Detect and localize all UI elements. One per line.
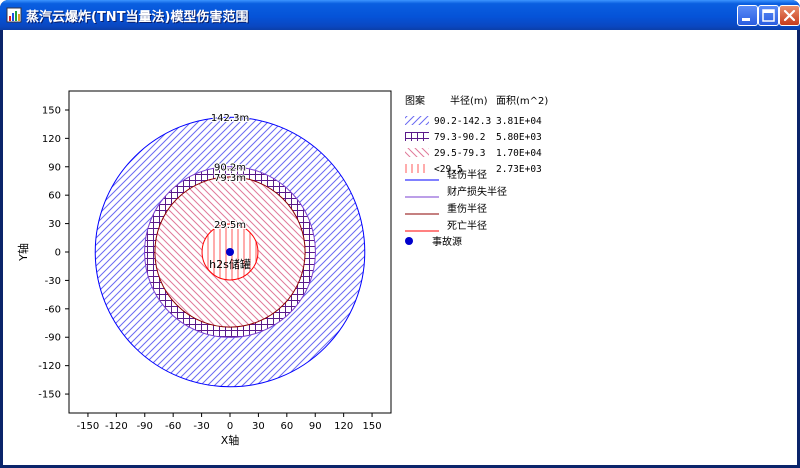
source-label: h2s储罐 — [209, 257, 251, 271]
maximize-icon — [762, 9, 775, 22]
y-tick-label-10: -150 — [38, 390, 61, 401]
x-tick-label-6: 30 — [252, 421, 265, 432]
x-tick-label-2: -90 — [137, 421, 153, 432]
legend-line-label-2: 重伤半径 — [447, 202, 487, 215]
y-tick-label-7: -60 — [45, 304, 61, 315]
legend-header-0: 图案 — [405, 94, 425, 107]
legend-area-2: 1.70E+04 — [496, 148, 542, 159]
legend-header-2: 面积(m^2) — [496, 95, 548, 107]
legend-area-0: 3.81E+04 — [496, 116, 542, 127]
radius-label-3: 29.5m — [214, 220, 246, 231]
legend-range-2: 29.5-79.3 — [434, 148, 485, 159]
title-bar[interactable]: 蒸汽云爆炸(TNT当量法)模型伤害范围 — [0, 0, 800, 30]
y-axis-label: Y轴 — [16, 243, 30, 262]
x-tick-label-5: 0 — [227, 421, 233, 432]
app-window: 蒸汽云爆炸(TNT当量法)模型伤害范围 142.3m 90.2m 79.3m 29.5… — [0, 0, 800, 468]
y-tick-label-8: -90 — [45, 333, 61, 344]
legend-source-dot — [405, 237, 413, 245]
x-tick-label-0: -150 — [77, 421, 100, 432]
legend-swatch-1 — [405, 132, 429, 141]
x-axis-label: X轴 — [221, 433, 240, 447]
x-tick-label-7: 60 — [280, 421, 293, 432]
legend-swatch-0 — [405, 116, 429, 125]
window-title: 蒸汽云爆炸(TNT当量法)模型伤害范围 — [26, 10, 249, 25]
legend-range-1: 79.3-90.2 — [434, 132, 485, 143]
legend-range-0: 90.2-142.3 — [434, 116, 491, 127]
radius-label-2: 79.3m — [214, 173, 246, 184]
legend-line-label-3: 死亡半径 — [447, 219, 487, 232]
legend-source-label: 事故源 — [432, 235, 462, 248]
y-tick-label-0: 150 — [42, 105, 61, 116]
y-tick-label-9: -120 — [38, 361, 61, 372]
accident-source-point — [226, 248, 234, 256]
plot-area: 142.3m90.2m79.3m29.5mh2s储罐 — [94, 112, 366, 388]
hazard-chart: 142.3m90.2m79.3m29.5mh2s储罐 -150 -120 -90 -6… — [16, 90, 548, 447]
legend-line-label-0: 轻伤半径 — [447, 168, 487, 181]
x-tick-label-8: 90 — [309, 421, 322, 432]
legend-line-label-1: 财产损失半径 — [447, 185, 507, 198]
legend-header-1: 半径(m) — [450, 94, 488, 107]
y-tick-label-3: 60 — [48, 191, 61, 202]
y-tick-label-6: -30 — [45, 276, 61, 287]
close-button[interactable] — [779, 5, 800, 26]
y-tick-label-1: 120 — [42, 134, 61, 145]
chart-app-icon — [6, 7, 22, 23]
legend-swatch-2 — [405, 148, 429, 157]
x-tick-label-4: -30 — [193, 421, 209, 432]
maximize-button[interactable] — [758, 5, 779, 26]
y-tick-label-5: 0 — [55, 248, 61, 259]
radius-label-0: 142.3m — [211, 113, 249, 124]
legend-swatch-3 — [405, 164, 429, 173]
minimize-icon — [742, 18, 750, 21]
x-tick-label-10: 150 — [363, 421, 382, 432]
x-tick-label-1: -120 — [105, 421, 128, 432]
x-tick-label-9: 120 — [334, 421, 353, 432]
x-tick-label-3: -60 — [165, 421, 181, 432]
legend-area-3: 2.73E+03 — [496, 164, 542, 175]
close-icon — [783, 9, 796, 22]
y-tick-label-2: 90 — [48, 162, 61, 173]
legend: 图案 半径(m) 面积(m^2) 90.2-142.3 3.81E+04 79.3-90.… — [405, 94, 548, 248]
minimize-button[interactable] — [737, 5, 758, 26]
legend-area-1: 5.80E+03 — [496, 132, 542, 143]
chart-client-area: 142.3m 90.2m 79.3m 29.5m h2s储罐 -150 -120 -90 -6… — [3, 30, 797, 465]
y-tick-label-4: 30 — [48, 219, 61, 230]
